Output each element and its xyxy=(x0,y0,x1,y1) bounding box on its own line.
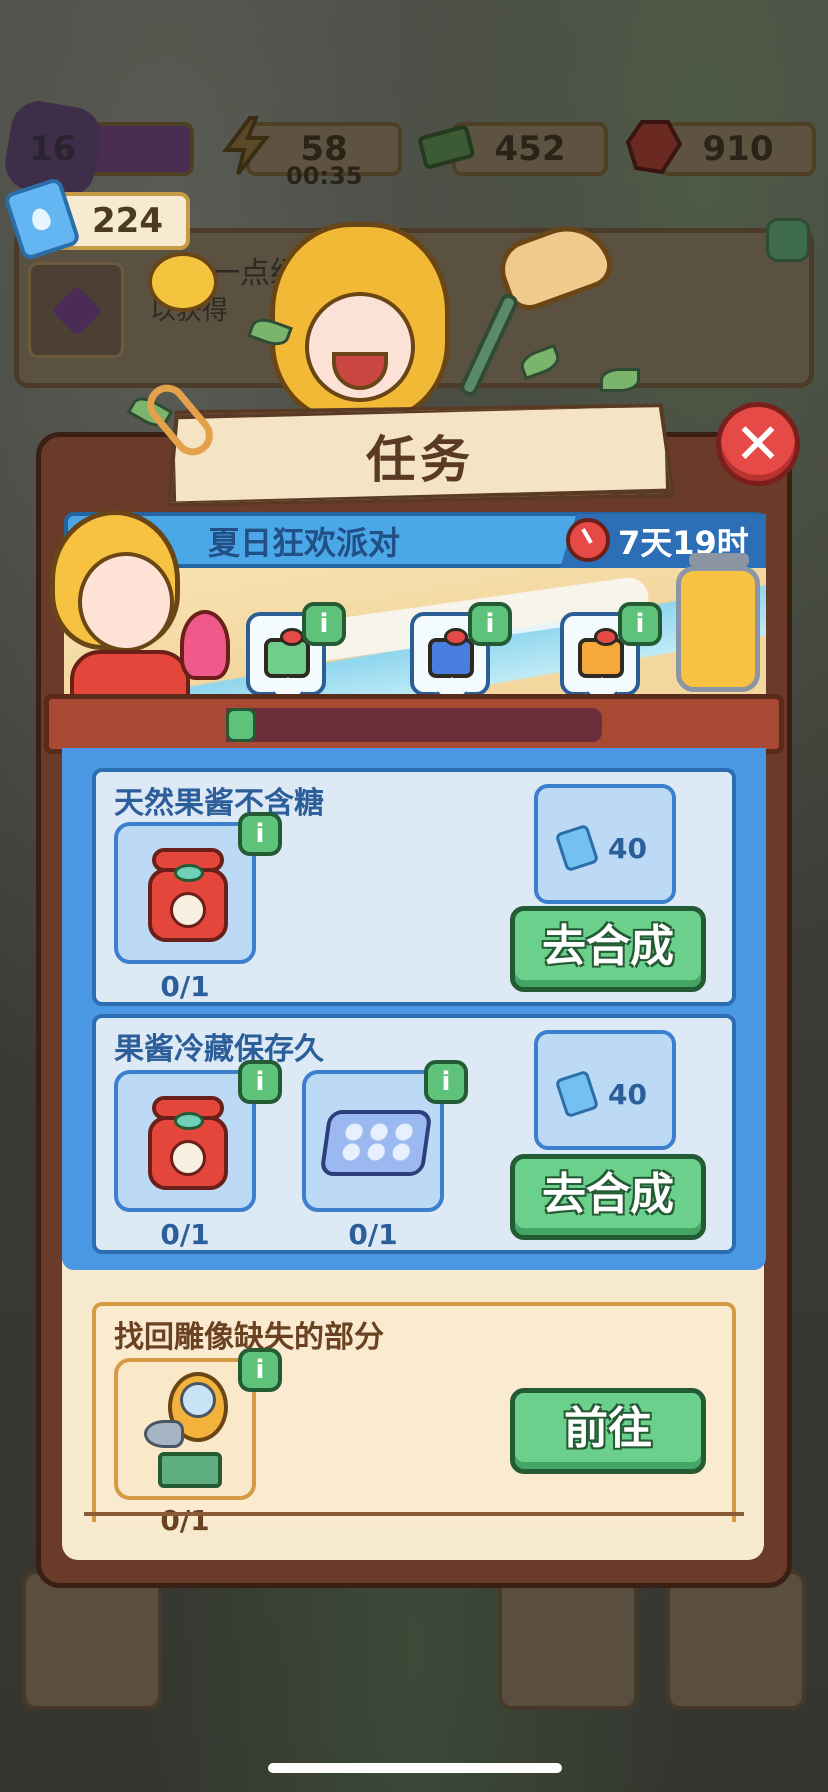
girl-face xyxy=(78,552,174,652)
lemonade-jar-icon xyxy=(676,553,760,692)
info-icon[interactable]: i xyxy=(238,1060,282,1104)
reward-slot: 40 xyxy=(534,784,676,904)
go-button[interactable]: 前往 xyxy=(510,1388,706,1474)
background-back-button xyxy=(22,1570,162,1710)
background-basket-button xyxy=(498,1570,638,1710)
background-gem-icon xyxy=(28,262,124,358)
jam-jar-icon xyxy=(146,1096,230,1192)
reward-slot: 40 xyxy=(534,1030,676,1150)
item-count: 0/1 xyxy=(348,1218,398,1251)
level-value: 16 xyxy=(29,128,77,169)
task-card: 找回雕像缺失的部分 i 0/1 前往 xyxy=(92,1302,736,1537)
gift-box-icon xyxy=(578,628,624,678)
ticket-icon xyxy=(554,823,600,873)
ruby-icon xyxy=(622,114,686,178)
reward-amount: 40 xyxy=(608,1078,647,1111)
item-slot[interactable] xyxy=(114,1070,256,1212)
energy-timer: 00:35 xyxy=(286,162,363,190)
cash-icon xyxy=(414,114,478,178)
modal-title: 任务 xyxy=(366,431,474,489)
item-count: 0/1 xyxy=(160,970,210,1003)
home-indicator[interactable] xyxy=(268,1763,562,1773)
task-title: 天然果酱不含糖 xyxy=(114,786,324,821)
item-slot[interactable] xyxy=(114,1358,256,1500)
info-icon[interactable]: i xyxy=(238,1348,282,1392)
ice-tray-icon xyxy=(319,1110,433,1176)
item-slot[interactable] xyxy=(302,1070,444,1212)
reward-amount: 40 xyxy=(608,832,647,865)
item-slot[interactable] xyxy=(114,822,256,964)
gift-box-icon xyxy=(264,628,310,678)
background-info-icon xyxy=(766,218,810,262)
flamingo-icon xyxy=(180,610,230,680)
background-card-button xyxy=(666,1570,806,1710)
info-icon[interactable]: i xyxy=(424,1060,468,1104)
close-icon: ✕ xyxy=(734,411,782,477)
energy-icon xyxy=(214,114,278,178)
event-girl-character xyxy=(40,510,200,710)
leaf-icon xyxy=(600,368,640,392)
task-card: 果酱冷藏保存久 i 0/1 i 0/1 40 去合成 xyxy=(92,1014,736,1254)
list-divider xyxy=(84,1512,744,1516)
clock-icon xyxy=(566,518,610,562)
ticket-value: 224 xyxy=(92,201,163,241)
info-icon[interactable]: i xyxy=(618,602,662,646)
info-icon[interactable]: i xyxy=(238,812,282,856)
event-progress-track xyxy=(226,708,602,742)
task-card: 天然果酱不含糖 i 0/1 40 去合成 xyxy=(92,768,736,1006)
level-bar xyxy=(86,122,194,176)
event-progress-fill xyxy=(226,708,256,742)
close-button[interactable]: ✕ xyxy=(716,402,800,486)
statue-part-icon xyxy=(144,1372,232,1490)
jam-jar-icon xyxy=(146,848,230,944)
gems-value: 910 xyxy=(702,129,774,169)
gift-box-icon xyxy=(428,628,474,678)
task-title: 果酱冷藏保存久 xyxy=(114,1032,324,1067)
info-icon[interactable]: i xyxy=(302,602,346,646)
craft-button[interactable]: 去合成 xyxy=(510,1154,706,1240)
info-icon[interactable]: i xyxy=(468,602,512,646)
cash-value: 452 xyxy=(494,129,566,169)
chick-icon xyxy=(148,252,218,312)
item-count: 0/1 xyxy=(160,1218,210,1251)
ticket-icon xyxy=(554,1069,600,1119)
item-count: 0/1 xyxy=(160,1504,210,1537)
craft-button[interactable]: 去合成 xyxy=(510,906,706,992)
